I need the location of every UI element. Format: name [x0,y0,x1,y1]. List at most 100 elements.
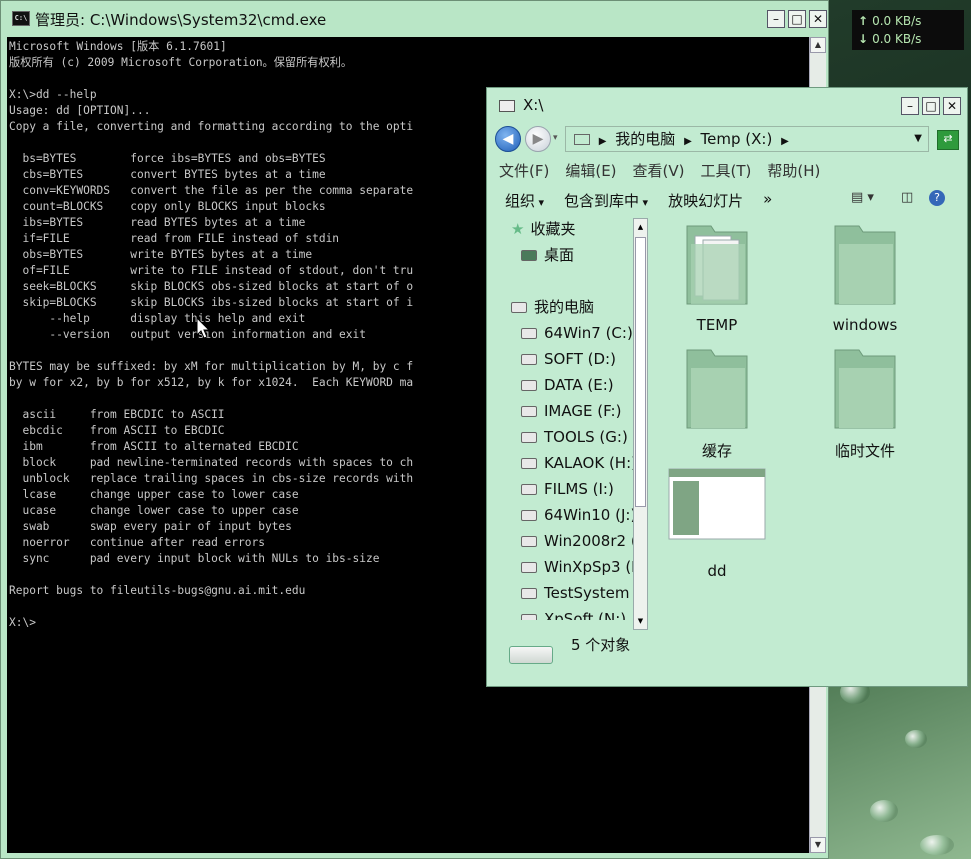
maximize-button[interactable]: □ [788,10,806,28]
command-bar: 组织 包含到库中 放映幻灯片 » [505,190,772,211]
slideshow-button[interactable]: 放映幻灯片 [668,190,743,211]
explorer-titlebar[interactable]: X:\ [499,96,543,114]
drive-icon [521,562,537,573]
nav-label: TestSystem [544,584,630,602]
menu-file[interactable]: 文件(F) [499,160,549,181]
nav-drive[interactable]: Win2008r2 ( [497,528,635,554]
nav-drive[interactable]: WinXpSp3 (I [497,554,635,580]
nav-drive[interactable]: KALAOK (H:) [497,450,635,476]
file-item[interactable]: dd [657,468,777,580]
cmd-app-icon: C:\ [12,11,30,26]
console-line: 版权所有 (c) 2009 Microsoft Corporation。保留所有… [9,56,353,69]
explorer-window-controls: – □ ✕ [901,97,961,115]
close-button[interactable]: ✕ [943,97,961,115]
file-name: 临时文件 [834,442,895,460]
nav-pane-scrollbar[interactable]: ▲ ▼ [633,218,648,630]
file-list: TEMP windows 缓存 临时文件 dd [657,222,957,602]
upload-value: 0.0 KB/s [872,14,922,28]
breadcrumb-separator-icon: ▶ [598,136,607,147]
breadcrumb-computer[interactable]: 我的电脑 [615,130,675,148]
nav-drive[interactable]: FILMS (I:) [497,476,635,502]
status-text: 5 个对象 [571,636,631,654]
file-item[interactable]: TEMP [657,222,777,334]
organize-button[interactable]: 组织 [505,190,544,211]
forward-button[interactable]: ▶ [525,126,551,152]
nav-desktop[interactable]: 桌面 [497,242,635,268]
upload-speed: ↑ 0.0 KB/s [858,12,958,30]
nav-drive[interactable]: IMAGE (F:) [497,398,635,424]
scroll-up-arrow-icon[interactable]: ▲ [810,37,826,53]
menu-help[interactable]: 帮助(H) [767,160,820,181]
scroll-up-arrow-icon[interactable]: ▲ [634,219,647,235]
nav-drive[interactable]: SOFT (D:) [497,346,635,372]
nav-drive[interactable]: DATA (E:) [497,372,635,398]
nav-computer[interactable]: 我的电脑 [497,294,635,320]
water-drop [905,730,927,748]
nav-drive[interactable]: TOOLS (G:) [497,424,635,450]
drive-icon [521,458,537,469]
nav-label: XpSoft (N:) [544,610,627,620]
minimize-button[interactable]: – [767,10,785,28]
nav-favorites[interactable]: ★ 收藏夹 [497,216,635,242]
drive-icon [521,432,537,443]
nav-drive[interactable]: 64Win7 (C:) [497,320,635,346]
console-line: Microsoft Windows [版本 6.1.7601] [9,40,227,53]
breadcrumb-drive[interactable]: Temp (X:) [701,130,773,148]
cmd-titlebar[interactable]: C:\ 管理员: C:\Windows\System32\cmd.exe – □… [1,1,828,37]
breadcrumb-separator-icon: ▶ [684,136,692,147]
menu-tools[interactable]: 工具(T) [701,160,752,181]
drive-icon [521,380,537,391]
folder-icon [834,225,896,305]
scroll-down-arrow-icon[interactable]: ▼ [810,837,826,853]
view-options-icon[interactable]: ▤ ▾ [851,190,874,205]
preview-pane-icon[interactable]: ◫ [901,190,913,205]
nav-label: TOOLS (G:) [544,428,628,446]
refresh-button[interactable]: ⇄ [937,130,959,150]
folder-icon [834,349,896,429]
explorer-window[interactable]: X:\ – □ ✕ ◀ ▶ ▾ ▶ 我的电脑 ▶ Temp (X:) ▶ ▼ ⇄… [486,87,968,687]
computer-icon [574,134,590,145]
menu-view[interactable]: 查看(V) [633,160,685,181]
drive-icon [521,354,537,365]
scrollbar-thumb[interactable] [635,237,646,507]
more-commands-button[interactable]: » [763,190,772,211]
navigation-pane: ★ 收藏夹 桌面 我的电脑 64Win7 (C:) SOFT (D:) DATA … [497,216,635,630]
file-item[interactable]: windows [805,222,925,334]
nav-label: 桌面 [544,246,575,264]
scroll-down-arrow-icon[interactable]: ▼ [634,613,647,629]
mouse-cursor-icon [196,317,210,339]
network-speed-widget: ↑ 0.0 KB/s ↓ 0.0 KB/s [852,10,964,50]
minimize-button[interactable]: – [901,97,919,115]
nav-label: 收藏夹 [530,220,576,238]
menu-bar: 文件(F) 编辑(E) 查看(V) 工具(T) 帮助(H) [499,160,820,181]
nav-drive[interactable]: XpSoft (N:) [497,606,635,620]
help-icon[interactable]: ? [929,190,945,206]
include-in-library-button[interactable]: 包含到库中 [564,190,648,211]
address-bar[interactable]: ▶ 我的电脑 ▶ Temp (X:) ▶ ▼ [565,126,929,152]
cmd-window-controls: – □ ✕ [767,10,827,28]
nav-label: KALAOK (H:) [544,454,635,472]
maximize-button[interactable]: □ [922,97,940,115]
drive-icon [521,536,537,547]
star-icon: ★ [511,220,525,238]
close-button[interactable]: ✕ [809,10,827,28]
menu-edit[interactable]: 编辑(E) [565,160,616,181]
nav-drive[interactable]: 64Win10 (J:) [497,502,635,528]
file-item[interactable]: 缓存 [657,346,777,461]
file-name: TEMP [696,316,738,334]
file-name: windows [832,316,898,334]
download-speed: ↓ 0.0 KB/s [858,30,958,48]
back-button[interactable]: ◀ [495,126,521,152]
address-dropdown-icon[interactable]: ▼ [914,127,922,151]
nav-label: SOFT (D:) [544,350,616,368]
drive-icon [499,99,515,112]
water-drop [870,800,898,822]
nav-drive[interactable]: TestSystem [497,580,635,606]
application-icon [668,468,766,540]
drive-icon [521,328,537,339]
computer-icon [511,302,527,313]
file-item[interactable]: 临时文件 [805,346,925,461]
address-row: ◀ ▶ ▾ ▶ 我的电脑 ▶ Temp (X:) ▶ ▼ ⇄ [495,124,961,154]
history-dropdown-icon[interactable]: ▾ [553,133,558,143]
